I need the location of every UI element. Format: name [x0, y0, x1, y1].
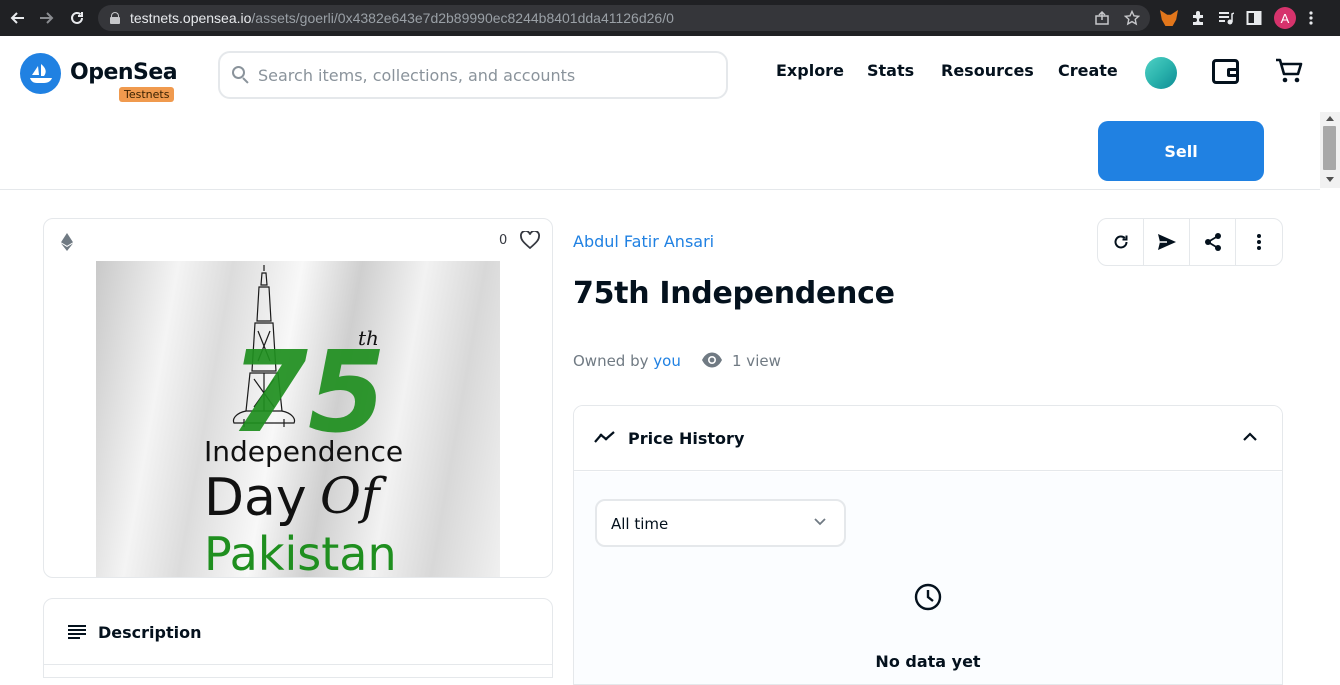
extensions-icon[interactable] — [1190, 10, 1206, 26]
owned-by-label: Owned by — [573, 352, 649, 370]
arrow-right-icon — [40, 12, 54, 24]
transfer-icon — [1157, 234, 1176, 250]
description-title: Description — [98, 623, 202, 642]
scroll-thumb[interactable] — [1323, 126, 1336, 170]
brand-name[interactable]: OpenSea — [70, 60, 178, 85]
back-button[interactable] — [2, 0, 32, 36]
lock-icon — [110, 12, 120, 24]
eye-icon — [702, 352, 722, 368]
testnets-badge: Testnets — [119, 87, 175, 102]
description-card: Description — [43, 598, 553, 678]
price-history-body: All time No data yet — [574, 472, 1282, 684]
share-page-icon[interactable] — [1094, 10, 1110, 26]
nft-line-3: Pakistan — [204, 527, 397, 577]
item-actions — [1097, 218, 1283, 266]
nft-image[interactable]: 75 th Independence Day Of Pakistan — [96, 261, 500, 577]
nft-artwork: 75 th Independence Day Of Pakistan — [204, 265, 403, 577]
side-panel-icon[interactable] — [1246, 10, 1262, 26]
browser-toolbar: testnets.opensea.io/assets/goerli/0x4382… — [0, 0, 1340, 36]
refresh-icon — [1114, 235, 1127, 249]
subject-icon — [68, 625, 86, 639]
chevron-up-icon[interactable] — [1243, 432, 1257, 442]
browser-menu-icon[interactable] — [1308, 10, 1314, 26]
site-header: OpenSea Testnets Explore Stats Resources… — [0, 36, 1320, 112]
ethereum-icon — [61, 233, 73, 251]
metamask-icon[interactable] — [1160, 10, 1178, 26]
nft-number-suffix: th — [358, 326, 379, 350]
arrow-left-icon — [10, 12, 24, 24]
item-action-bar: Sell — [0, 112, 1320, 190]
nft-line-2b: Of — [320, 467, 387, 525]
media-control-icon[interactable] — [1218, 10, 1234, 26]
nav-explore[interactable]: Explore — [776, 61, 844, 80]
owner-link[interactable]: you — [653, 352, 681, 370]
empty-state-text: No data yet — [875, 652, 981, 671]
price-history-header[interactable]: Price History — [574, 406, 1282, 471]
collection-link[interactable]: Abdul Fatir Ansari — [573, 232, 714, 251]
forward-button[interactable] — [32, 0, 62, 36]
nft-line-2a: Day — [204, 468, 307, 528]
nft-line-1: Independence — [204, 435, 403, 468]
nav-resources[interactable]: Resources — [941, 61, 1034, 80]
reload-button[interactable] — [62, 0, 92, 36]
share-icon — [1204, 233, 1221, 251]
description-header[interactable]: Description — [44, 599, 552, 665]
item-title: 75th Independence — [573, 276, 895, 311]
chevron-down-icon — [814, 518, 826, 526]
url-text: testnets.opensea.io/assets/goerli/0x4382… — [130, 10, 674, 26]
page-scrollbar[interactable] — [1320, 112, 1340, 188]
wallet-icon[interactable] — [1212, 59, 1239, 84]
scroll-down-icon[interactable] — [1326, 177, 1334, 182]
account-avatar[interactable] — [1145, 57, 1177, 89]
search-bar[interactable] — [218, 51, 728, 99]
share-button[interactable] — [1190, 219, 1236, 265]
heart-icon[interactable] — [520, 231, 540, 249]
sell-button[interactable]: Sell — [1098, 121, 1264, 181]
ship-icon — [29, 63, 52, 83]
search-input[interactable] — [258, 65, 708, 85]
owner-info: Owned by you — [573, 352, 681, 370]
more-icon — [1257, 234, 1261, 250]
browser-profile-avatar[interactable]: A — [1274, 7, 1296, 29]
view-count: 1 view — [732, 352, 781, 370]
item-media-card: 0 75 th Independence Day Of Pakistan — [43, 218, 553, 578]
refresh-button[interactable] — [1098, 219, 1144, 265]
nav-stats[interactable]: Stats — [867, 61, 914, 80]
scroll-up-icon[interactable] — [1326, 116, 1334, 121]
transfer-button[interactable] — [1144, 219, 1190, 265]
price-history-card: Price History All time No data yet — [573, 405, 1283, 685]
time-range-value: All time — [611, 515, 669, 533]
time-range-select[interactable]: All time — [595, 499, 846, 547]
opensea-logo[interactable] — [20, 53, 61, 94]
timeline-icon — [594, 431, 615, 443]
address-bar[interactable]: testnets.opensea.io/assets/goerli/0x4382… — [98, 5, 1150, 31]
more-button[interactable] — [1236, 219, 1282, 265]
price-history-title: Price History — [628, 429, 745, 448]
clock-icon — [914, 583, 942, 611]
search-icon — [232, 66, 250, 84]
bookmark-star-icon[interactable] — [1124, 10, 1140, 26]
nav-create[interactable]: Create — [1058, 61, 1118, 80]
cart-icon[interactable] — [1274, 56, 1304, 86]
favorite-count: 0 — [499, 233, 508, 248]
reload-icon — [71, 11, 83, 24]
